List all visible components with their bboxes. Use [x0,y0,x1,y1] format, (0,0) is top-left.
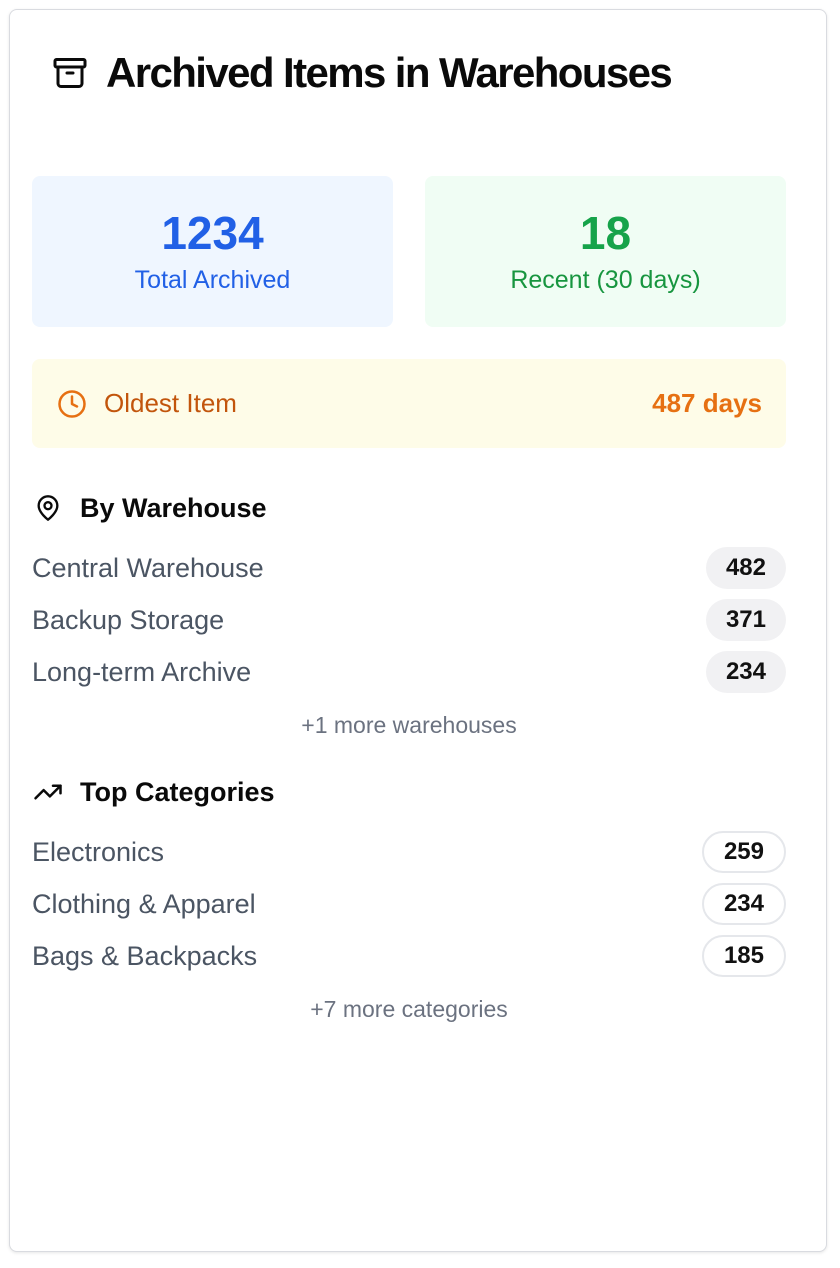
warehouse-name: Central Warehouse [32,552,264,583]
category-count-badge: 259 [701,831,786,873]
total-archived-stat: 1234 Total Archived [32,176,393,327]
warehouse-count-badge: 482 [705,547,786,589]
category-name: Bags & Backpacks [32,940,258,971]
category-count-badge: 185 [701,935,786,977]
category-row: Electronics 259 [32,830,786,874]
category-name: Clothing & Apparel [32,888,256,919]
category-name: Electronics [32,836,165,867]
by-warehouse-heading: By Warehouse [32,492,267,524]
clock-icon [56,388,88,420]
warehouse-name: Long-term Archive [32,656,252,687]
recent-archived-stat: 18 Recent (30 days) [425,176,786,327]
recent-archived-value: 18 [579,207,632,259]
warehouse-row: Central Warehouse 482 [32,546,786,590]
warehouse-name: Backup Storage [32,604,225,635]
warehouse-count-badge: 371 [705,599,786,641]
warehouse-row: Long-term Archive 234 [32,650,786,694]
top-categories-title: Top Categories [80,776,275,807]
oldest-item-value: 487 days [652,388,762,418]
card-header: Archived Items in Warehouses [50,49,673,96]
card-title: Archived Items in Warehouses [106,49,673,96]
more-warehouses-link[interactable]: +1 more warehouses [32,712,786,739]
category-row: Clothing & Apparel 234 [32,882,786,926]
category-row: Bags & Backpacks 185 [32,934,786,978]
recent-archived-label: Recent (30 days) [510,266,701,294]
archive-icon [50,53,90,93]
more-categories-link[interactable]: +7 more categories [32,996,786,1023]
trending-up-icon [32,776,64,808]
by-warehouse-title: By Warehouse [80,492,267,523]
total-archived-label: Total Archived [134,266,291,294]
warehouse-count-badge: 234 [705,651,786,693]
top-categories-heading: Top Categories [32,776,275,808]
total-archived-value: 1234 [161,207,264,259]
warehouse-row: Backup Storage 371 [32,598,786,642]
oldest-item-label: Oldest Item [104,388,237,418]
map-pin-icon [32,492,64,524]
category-count-badge: 234 [701,883,786,925]
oldest-item-banner: Oldest Item 487 days [32,359,786,448]
